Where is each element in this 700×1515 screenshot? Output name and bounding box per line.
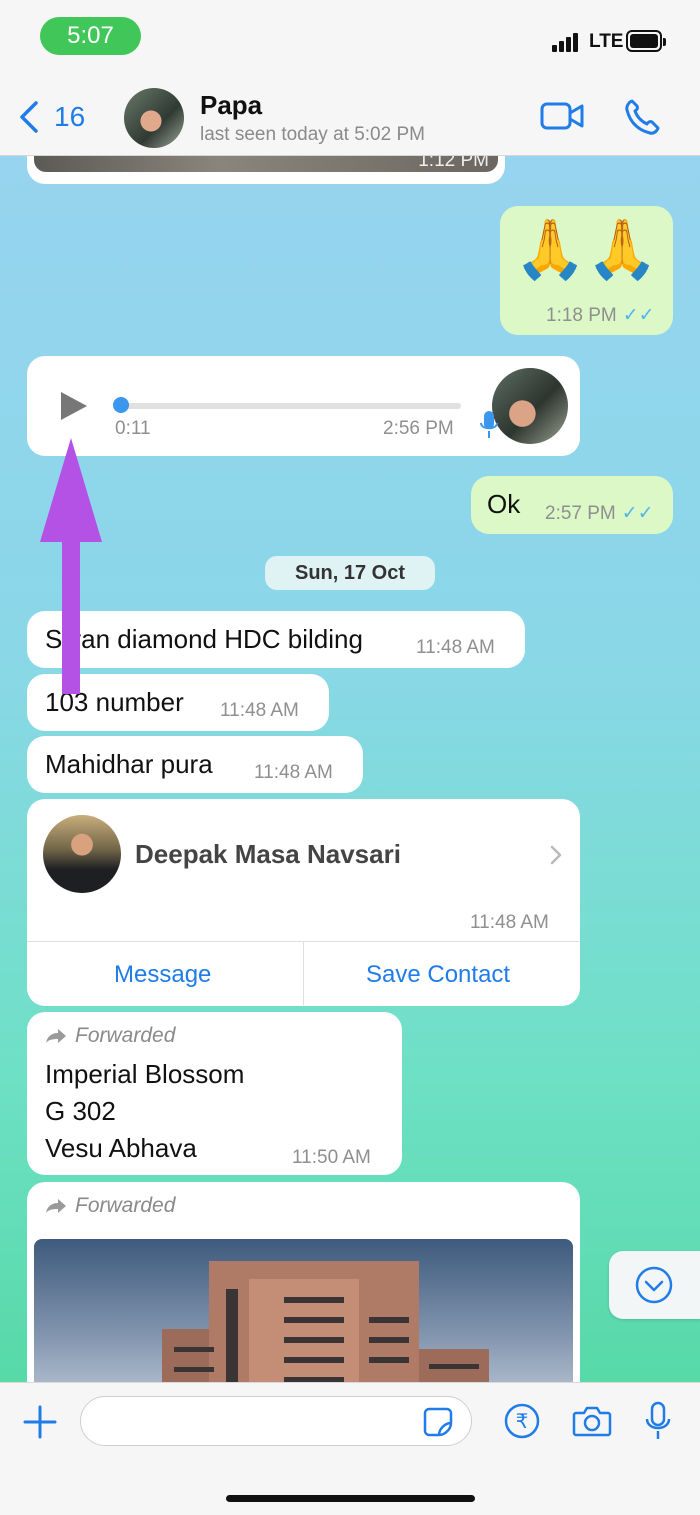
- forwarded-label: Forwarded: [45, 1024, 175, 1048]
- audio-scrubber[interactable]: [113, 397, 129, 413]
- signal-icon: [552, 32, 580, 52]
- message-composer: ₹: [0, 1382, 700, 1515]
- message-text: Mahidhar pura: [45, 749, 213, 779]
- incoming-message[interactable]: Mahidhar pura 11:48 AM: [27, 736, 363, 793]
- message-time: 2:56 PM: [383, 418, 454, 439]
- save-contact-button[interactable]: Save Contact: [366, 961, 510, 989]
- video-call-icon[interactable]: [540, 98, 584, 134]
- chevron-right-icon: [550, 845, 562, 865]
- unread-count: 16: [54, 101, 86, 132]
- read-ticks-icon: ✓✓: [621, 503, 654, 524]
- play-icon[interactable]: [61, 392, 87, 420]
- mic-icon: [480, 411, 498, 438]
- message-input[interactable]: [80, 1396, 472, 1446]
- message-text-line: G 302: [45, 1096, 116, 1126]
- mic-icon[interactable]: [644, 1401, 672, 1441]
- scroll-to-bottom-button[interactable]: [609, 1251, 700, 1319]
- sticker-icon[interactable]: [423, 1407, 453, 1437]
- voice-message[interactable]: 0:11 2:56 PM: [27, 356, 580, 456]
- message-time: 11:48 AM: [470, 912, 549, 933]
- chat-area[interactable]: 1:12 PM 🙏🙏 1:18 PM ✓✓ 0:11 2:56 PM Ok 2:5…: [0, 156, 700, 1382]
- camera-icon[interactable]: [572, 1405, 612, 1437]
- date-separator: Sun, 17 Oct: [265, 556, 435, 590]
- message-time: 11:48 AM: [220, 700, 299, 721]
- chevron-left-icon: [20, 101, 38, 133]
- back-button[interactable]: 16: [18, 100, 85, 134]
- svg-text:₹: ₹: [516, 1409, 529, 1433]
- contact-name[interactable]: Papa: [200, 90, 262, 121]
- contact-avatar[interactable]: [124, 88, 184, 148]
- message-time: 11:48 AM: [416, 637, 495, 658]
- payment-icon[interactable]: ₹: [504, 1403, 540, 1439]
- forwarded-image-message[interactable]: Forwarded: [27, 1182, 580, 1382]
- battery-icon: [626, 30, 666, 52]
- emoji-text: 🙏🙏: [514, 217, 659, 282]
- chevron-down-circle-icon: [635, 1266, 673, 1304]
- message-contact-button[interactable]: Message: [114, 961, 211, 989]
- outgoing-message[interactable]: Ok 2:57 PM ✓✓: [471, 476, 673, 534]
- home-indicator: [226, 1495, 475, 1502]
- status-bar: 5:07 LTE: [0, 0, 700, 78]
- building-illustration: [162, 1261, 489, 1382]
- arrow-annotation: [40, 438, 102, 694]
- read-ticks-icon: ✓✓: [622, 305, 655, 326]
- outgoing-message[interactable]: 🙏🙏 1:18 PM ✓✓: [500, 206, 673, 335]
- message-text-line: Vesu Abhava: [45, 1133, 197, 1163]
- sender-avatar: [492, 368, 568, 444]
- forwarded-label: Forwarded: [45, 1194, 175, 1218]
- message-time: 2:57 PM ✓✓: [545, 503, 654, 524]
- plus-icon[interactable]: [23, 1405, 57, 1439]
- forward-arrow-icon: [46, 1199, 66, 1213]
- building-photo[interactable]: [34, 1239, 573, 1382]
- message-time: 11:50 AM: [292, 1147, 371, 1168]
- shared-contact-avatar: [43, 815, 121, 893]
- message-time: 1:12 PM: [418, 156, 489, 171]
- message-time: 1:18 PM ✓✓: [546, 305, 655, 326]
- audio-elapsed: 0:11: [115, 418, 151, 439]
- image-message[interactable]: 1:12 PM: [27, 156, 505, 184]
- forward-arrow-icon: [46, 1029, 66, 1043]
- status-time: 5:07: [40, 17, 141, 55]
- network-label: LTE: [589, 31, 624, 52]
- message-text: Ok: [487, 489, 521, 519]
- last-seen-status: last seen today at 5:02 PM: [200, 124, 425, 145]
- audio-progress-track[interactable]: [119, 403, 461, 409]
- message-text-line: Imperial Blossom: [45, 1059, 245, 1089]
- forwarded-message[interactable]: Forwarded Imperial Blossom G 302 Vesu Ab…: [27, 1012, 402, 1175]
- message-time: 11:48 AM: [254, 762, 333, 783]
- contact-card-message[interactable]: Deepak Masa Navsari 11:48 AM Message Sav…: [27, 799, 580, 1006]
- divider: [303, 941, 304, 1005]
- chat-header: 16 Papa last seen today at 5:02 PM: [0, 78, 700, 156]
- phone-icon[interactable]: [624, 98, 660, 136]
- shared-contact-name[interactable]: Deepak Masa Navsari: [135, 839, 401, 870]
